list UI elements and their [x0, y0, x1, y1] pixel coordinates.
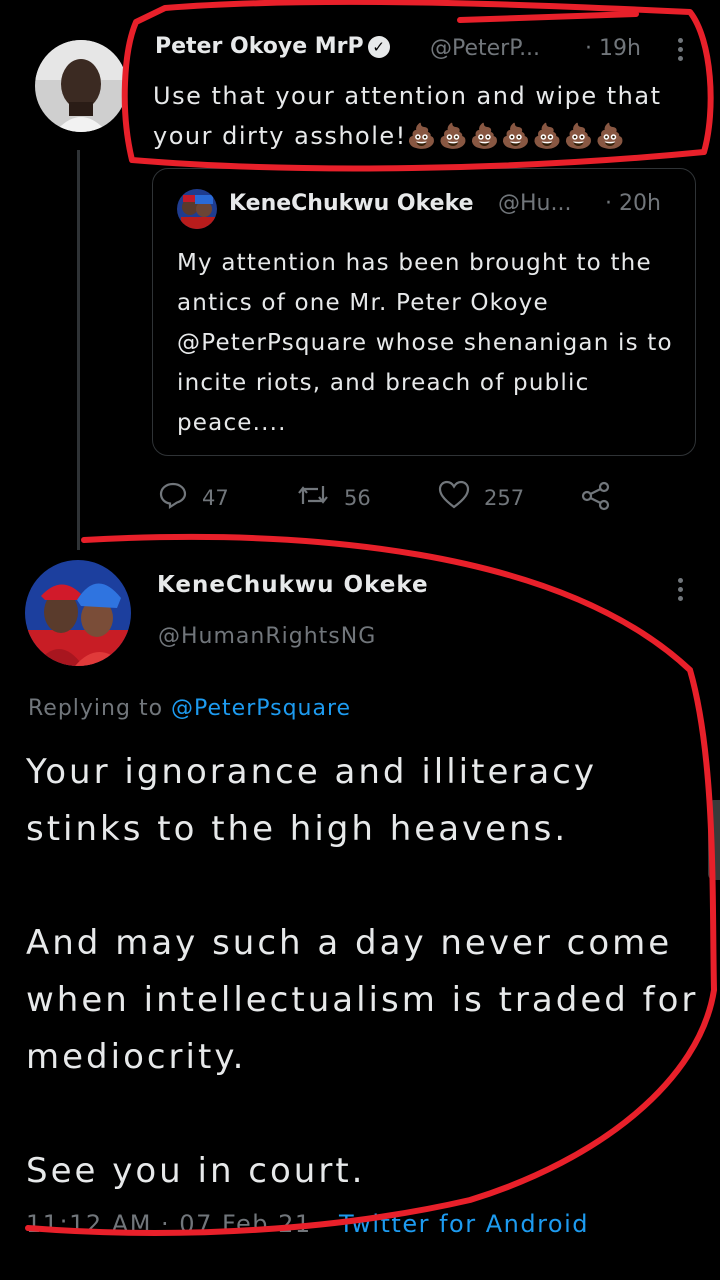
verified-badge-icon: ✓ — [367, 36, 390, 58]
main-tweet-author-handle[interactable]: @HumanRightsNG — [158, 624, 376, 649]
quoted-author-avatar — [177, 189, 217, 229]
tweet1-more-options-icon[interactable] — [677, 38, 683, 61]
tweet1-timestamp[interactable]: · 19h — [585, 36, 641, 61]
tweet-source-link[interactable]: Twitter for Android — [339, 1210, 589, 1238]
peter-okoye-avatar[interactable] — [35, 40, 127, 132]
thread-connector-line — [77, 150, 80, 550]
reply-button[interactable]: 47 — [158, 480, 229, 515]
main-tweet-paragraph: See you in court. — [26, 1151, 366, 1191]
kenechukwu-okeke-avatar[interactable] — [25, 560, 131, 666]
retweet-count: 56 — [344, 485, 371, 510]
main-tweet-more-options-icon[interactable] — [677, 578, 683, 601]
quoted-author-handle: @Hu... — [498, 191, 572, 216]
main-tweet-paragraph: Your ignorance and illiteracy stinks to … — [26, 752, 597, 849]
tweet1-author-handle[interactable]: @PeterP... — [430, 36, 540, 61]
reply-count: 47 — [202, 485, 229, 510]
tweet-timestamp[interactable]: 11:12 AM · 07 Feb 21 · — [26, 1210, 330, 1238]
quoted-author-name: KeneChukwu Okeke — [229, 191, 474, 216]
quoted-timestamp: · 20h — [605, 191, 661, 216]
reply-icon — [158, 480, 188, 515]
share-icon[interactable] — [580, 480, 612, 516]
scrollbar-thumb[interactable] — [708, 800, 720, 880]
retweet-button[interactable]: 56 — [296, 480, 371, 515]
main-tweet-paragraph: And may such a day never come when intel… — [26, 923, 699, 1077]
replying-to-prefix: Replying to — [28, 696, 164, 721]
heart-icon — [438, 480, 470, 515]
tweet1-text: Use that your attention and wipe that yo… — [153, 82, 662, 150]
replying-to-line: Replying to @PeterPsquare — [28, 696, 351, 721]
main-tweet-text: Your ignorance and illiteracy stinks to … — [26, 744, 706, 1257]
replying-to-link[interactable]: @PeterPsquare — [171, 696, 351, 721]
like-button[interactable]: 257 — [438, 480, 524, 515]
retweet-icon — [296, 480, 330, 515]
tweet1-author-name[interactable]: Peter Okoye MrP ✓ — [155, 34, 390, 59]
like-count: 257 — [484, 485, 525, 510]
tweet-metadata: 11:12 AM · 07 Feb 21 · Twitter for Andro… — [26, 1210, 589, 1238]
main-tweet-author-name[interactable]: KeneChukwu Okeke — [157, 572, 429, 598]
quoted-tweet-text: My attention has been brought to the ant… — [177, 250, 673, 436]
quoted-tweet-card[interactable]: KeneChukwu Okeke @Hu... · 20h My attenti… — [152, 168, 696, 456]
